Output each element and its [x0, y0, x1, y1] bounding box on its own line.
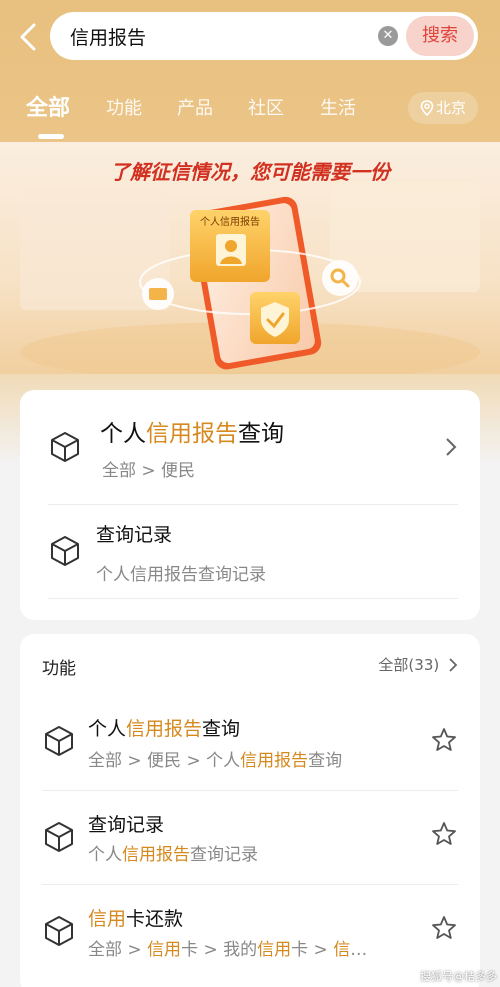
tab-functions[interactable]: 功能: [106, 94, 142, 120]
function-breadcrumb: 全部 > 信用卡 > 我的信用卡 > 信…: [88, 940, 368, 960]
search-query-text[interactable]: 信用报告: [70, 23, 146, 50]
banner-title: 了解征信情况，您可能需要一份: [110, 160, 390, 184]
watermark: 搜狐号@桔多多: [420, 970, 497, 983]
location-label: 北京: [436, 99, 467, 117]
tab-products[interactable]: 产品: [177, 94, 213, 120]
location-selector[interactable]: 北京: [408, 92, 478, 124]
back-arrow-icon[interactable]: [14, 20, 42, 54]
divider: [42, 884, 458, 885]
result-subtitle: 个人信用报告查询记录: [96, 565, 266, 585]
view-all-functions-link[interactable]: 全部(33): [378, 654, 458, 675]
cube-icon: [45, 916, 73, 946]
divider: [48, 504, 458, 505]
id-card-caption: 个人信用报告: [200, 215, 260, 228]
cube-icon: [51, 432, 79, 462]
category-tabs: 全部 功能 产品 社区 生活 北京: [0, 84, 500, 140]
promo-banner[interactable]: 个人信用报告 了解征信情况，您可能需要一份: [0, 142, 500, 374]
chevron-right-icon: [449, 658, 458, 672]
result-title: 个人信用报告查询: [100, 421, 284, 447]
tab-life[interactable]: 生活: [320, 94, 356, 120]
function-subtitle: 个人信用报告查询记录: [88, 845, 258, 865]
section-label-functions: 功能: [42, 659, 76, 679]
divider: [42, 790, 458, 791]
function-title: 查询记录: [88, 814, 165, 836]
star-icon[interactable]: [430, 726, 458, 754]
top-results-card: 个人信用报告查询 全部 > 便民 查询记录 个人信用报告查询记录: [20, 390, 480, 620]
tab-all[interactable]: 全部: [26, 90, 70, 122]
cube-icon: [45, 726, 73, 756]
cube-icon: [45, 822, 73, 852]
search-bar: 信用报告 ✕ 搜索: [0, 0, 500, 72]
result-breadcrumb: 全部 > 便民: [102, 461, 196, 481]
function-title: 信用卡还款: [88, 908, 184, 930]
result-title: 查询记录: [96, 524, 173, 546]
tab-community[interactable]: 社区: [248, 94, 284, 120]
search-button[interactable]: 搜索: [406, 16, 474, 56]
location-pin-icon: [420, 100, 434, 117]
function-title: 个人信用报告查询: [88, 718, 241, 740]
functions-card: 功能 全部(33) 个人信用报告查询 全部 > 便民 > 个人信用报告查询 查询…: [20, 634, 480, 987]
cube-icon: [51, 536, 79, 566]
function-breadcrumb: 全部 > 便民 > 个人信用报告查询: [88, 751, 343, 771]
star-icon[interactable]: [430, 914, 458, 942]
search-input[interactable]: 信用报告 ✕ 搜索: [50, 12, 478, 60]
divider: [48, 598, 458, 599]
star-icon[interactable]: [430, 820, 458, 848]
clear-icon[interactable]: ✕: [378, 26, 398, 46]
active-tab-indicator: [38, 134, 64, 139]
chevron-right-icon: [446, 438, 457, 456]
